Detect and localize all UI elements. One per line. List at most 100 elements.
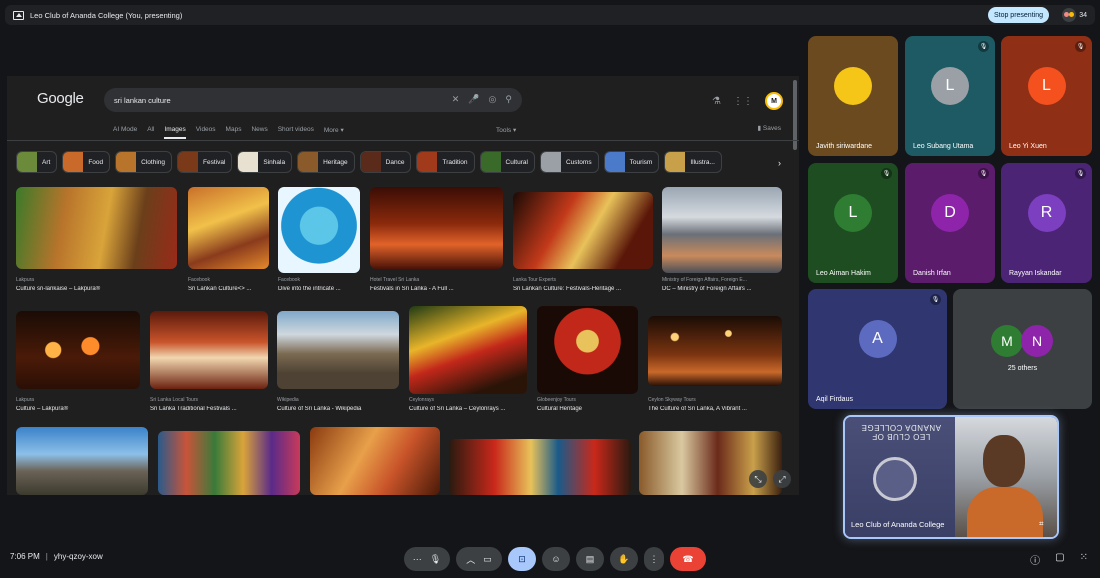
tab-videos[interactable]: Videos (196, 126, 216, 139)
chip-tourism[interactable]: Tourism (603, 151, 660, 173)
mic-control[interactable]: ··· 🎙 (404, 547, 450, 571)
image-result[interactable] (537, 306, 638, 394)
chip-cultural[interactable]: Cultural (479, 151, 535, 173)
participant-tile[interactable]: Javith siriwardane (808, 36, 898, 156)
microphone-icon[interactable]: 🎙 (430, 554, 441, 565)
result-source[interactable]: Lanka Tour Experts (513, 277, 653, 283)
microphone-icon[interactable]: 🎤 (468, 94, 479, 105)
result-source[interactable]: Facebook (278, 277, 360, 283)
account-avatar[interactable]: M (765, 92, 783, 110)
lens-icon[interactable]: ◎ (489, 94, 497, 105)
clear-icon[interactable]: ✕ (452, 94, 460, 105)
chip-tradition[interactable]: Tradition (416, 151, 475, 173)
image-result[interactable] (662, 187, 782, 273)
result-source[interactable]: Sri Lanka Local Tours (150, 397, 268, 403)
others-tile[interactable]: M N 25 others (953, 289, 1092, 409)
result-source[interactable]: Facebook (188, 277, 269, 283)
crop-icon[interactable]: ⌗ (1039, 519, 1051, 531)
chip-dance[interactable]: Dance (359, 151, 412, 173)
chip-sinhala[interactable]: Sinhala (237, 151, 293, 173)
result-source[interactable]: Wikipedia (277, 397, 399, 403)
result-caption[interactable]: DC – Ministry of Foreign Affairs ... (662, 286, 782, 292)
saves-button[interactable]: ▮ Saves (758, 124, 781, 132)
tools-button[interactable]: Tools ▾ (496, 126, 516, 134)
result-caption[interactable]: Sri Lanka Traditional Festivals ... (150, 406, 268, 412)
chip-clothing[interactable]: Clothing (115, 151, 172, 173)
result-source[interactable]: Lakpura (16, 397, 140, 403)
chevron-up-icon[interactable]: ︿ (466, 553, 475, 566)
chip-illustra[interactable]: Illustra... (664, 151, 722, 173)
result-caption[interactable]: Dive into the intricate ... (278, 286, 360, 292)
info-icon[interactable]: ⓘ (1030, 552, 1040, 567)
participant-tile[interactable]: L Leo Aiman Hakim 🎙 (808, 163, 898, 283)
image-result[interactable] (16, 427, 148, 495)
camera-control[interactable]: ︿ ▭ (456, 547, 502, 571)
image-result[interactable] (16, 187, 177, 269)
leave-call-button[interactable]: ☎ (670, 547, 706, 571)
more-dots-icon[interactable]: ··· (413, 554, 422, 564)
camera-icon[interactable]: ▭ (483, 554, 492, 565)
participant-tile[interactable]: L Leo Subang Utama 🎙 (905, 36, 995, 156)
chip-festival[interactable]: Festival (177, 151, 233, 173)
image-result[interactable] (310, 427, 440, 495)
image-result[interactable] (449, 439, 631, 495)
participants-button[interactable]: 34 (1062, 8, 1087, 22)
tab-news[interactable]: News (251, 126, 267, 139)
apps-grid-icon[interactable]: ⋮⋮ (733, 96, 753, 107)
search-input[interactable]: sri lankan culture ✕ 🎤 ◎ ⚲ (104, 88, 522, 112)
result-source[interactable]: Lakpura (16, 277, 177, 283)
participant-tile[interactable]: A Aqil Firdaus 🎙 (808, 289, 947, 409)
tab-all[interactable]: All (147, 126, 154, 139)
image-result[interactable] (16, 311, 140, 389)
participant-tile[interactable]: D Danish Irfan 🎙 (905, 163, 995, 283)
google-logo[interactable]: Google (37, 90, 84, 107)
labs-icon[interactable]: ⚗ (712, 96, 721, 107)
participant-tile[interactable]: R Rayyan Iskandar 🎙 (1001, 163, 1092, 283)
tab-maps[interactable]: Maps (226, 126, 242, 139)
image-result[interactable] (648, 316, 782, 386)
image-result[interactable] (188, 187, 269, 269)
result-source[interactable]: Ceylonrays (409, 397, 527, 403)
image-result[interactable] (370, 187, 503, 269)
image-result[interactable] (513, 192, 653, 269)
image-result[interactable] (278, 187, 360, 273)
chevron-right-icon[interactable]: › (778, 158, 781, 168)
chip-customs[interactable]: Customs (539, 151, 599, 173)
result-caption[interactable]: Sri Lankan Culture: Festivals-Heritage .… (513, 286, 653, 292)
result-caption[interactable]: Sri Lankan Culture<> ... (188, 286, 269, 292)
result-source[interactable]: Hotel Travel Sri Lanka (370, 277, 503, 283)
present-button[interactable]: ⊡ (508, 547, 536, 571)
chat-icon[interactable]: ▢ (1055, 552, 1064, 567)
tab-more[interactable]: More ▾ (324, 126, 344, 139)
more-options-button[interactable]: ⋮ (644, 547, 664, 571)
result-caption[interactable]: Festivals in Sri Lanka - A Full ... (370, 286, 503, 292)
search-icon[interactable]: ⚲ (505, 94, 512, 105)
image-result[interactable] (150, 311, 268, 389)
image-result[interactable] (277, 311, 399, 389)
expand-icon[interactable]: ⤢ (773, 470, 791, 488)
result-source[interactable]: Ceylon Skyway Tours (648, 397, 782, 403)
result-caption[interactable]: Culture of Sri Lanka - Wikipedia (277, 406, 399, 412)
result-caption[interactable]: Cultural Heritage (537, 406, 638, 412)
chip-art[interactable]: Art (16, 151, 58, 173)
chip-heritage[interactable]: Heritage (297, 151, 355, 173)
stop-presenting-button[interactable]: Stop presenting (987, 7, 1049, 23)
participant-tile[interactable]: L Leo Yi Xuen 🎙 (1001, 36, 1092, 156)
result-source[interactable]: Ministry of Foreign Affairs, Foreign E..… (662, 277, 782, 283)
image-result[interactable] (158, 431, 300, 495)
activities-grid-icon[interactable]: ⁙ (1080, 552, 1088, 567)
chip-food[interactable]: Food (62, 151, 111, 173)
result-source[interactable]: Globeenjoy Tours (537, 397, 638, 403)
result-caption[interactable]: Culture of Sri Lanka – Ceylonrays ... (409, 406, 527, 412)
emoji-button[interactable]: ☺ (542, 547, 570, 571)
raise-hand-button[interactable]: ✋ (610, 547, 638, 571)
result-caption[interactable]: Culture sri-lankaise – Lakpura® (16, 286, 177, 292)
captions-button[interactable]: ▤ (576, 547, 604, 571)
zoom-out-icon[interactable]: ⤡ (749, 470, 767, 488)
self-video-tile[interactable]: LEO CLUB OF ANANDA COLLEGE Leo Club of A… (843, 415, 1059, 539)
tab-images[interactable]: Images (164, 126, 186, 139)
tab-short-videos[interactable]: Short videos (278, 126, 314, 139)
tab-ai-mode[interactable]: AI Mode (113, 126, 137, 139)
result-caption[interactable]: The Culture of Sri Lanka, A Vibrant ... (648, 406, 782, 412)
result-caption[interactable]: Culture – Lakpura® (16, 406, 140, 412)
